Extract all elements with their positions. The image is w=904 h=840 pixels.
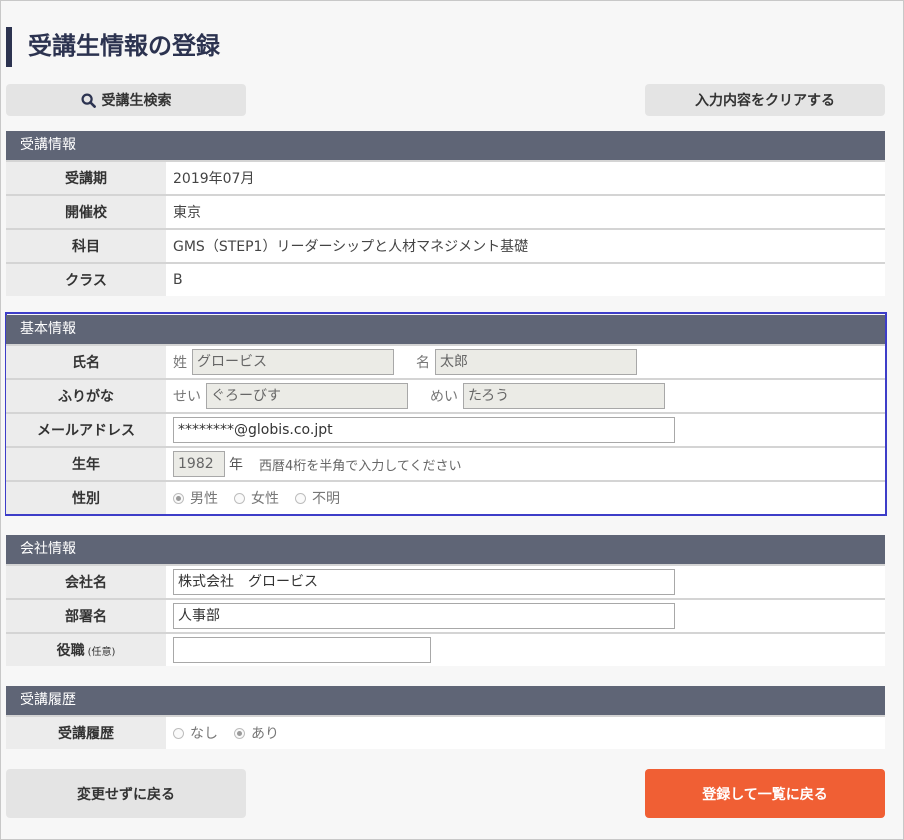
radio-empty-icon [295, 492, 306, 504]
search-icon [80, 92, 96, 108]
company-name-row: 会社名 株式会社 グロービス [6, 564, 885, 598]
department-field[interactable]: 人事部 [173, 603, 675, 629]
course-info-section: 受講情報 受講期 2019年07月 開催校 東京 科目 GMS（STEP1）リー… [6, 131, 885, 296]
basic-info-section: 基本情報 氏名 姓 グロービス 名 太郎 ふりがな せい ぐろーびす めい たろ… [6, 315, 885, 514]
course-school-value: 東京 [173, 205, 201, 221]
first-kana-field[interactable]: たろう [463, 383, 665, 409]
company-name-label: 会社名 [6, 566, 166, 598]
history-row: 受講履歴 なし あり [6, 715, 885, 749]
name-row: 氏名 姓 グロービス 名 太郎 [6, 344, 885, 378]
job-title-row: 役職 (任意) [6, 632, 885, 666]
course-term-label: 受講期 [6, 162, 166, 194]
birth-year-label: 生年 [6, 448, 166, 480]
history-heading: 受講履歴 [6, 686, 885, 715]
gender-label: 性別 [6, 482, 166, 514]
radio-empty-icon [234, 492, 245, 504]
history-label: 受講履歴 [6, 717, 166, 749]
job-title-label: 役職 (任意) [6, 634, 166, 666]
company-name-field[interactable]: 株式会社 グロービス [173, 569, 675, 595]
radio-selected-icon [173, 492, 184, 504]
email-row: メールアドレス ********@globis.co.jpt [6, 412, 885, 446]
course-term-value: 2019年07月 [173, 171, 255, 187]
department-row: 部署名 人事部 [6, 598, 885, 632]
radio-empty-icon [173, 727, 184, 739]
course-class-label: クラス [6, 264, 166, 296]
course-term-row: 受講期 2019年07月 [6, 160, 885, 194]
course-subject-label: 科目 [6, 230, 166, 262]
birth-year-note: 西暦4桁を半角で入力してください [259, 458, 462, 474]
email-label: メールアドレス [6, 414, 166, 446]
company-info-heading: 会社情報 [6, 535, 885, 564]
first-name-prefix: 名 [416, 355, 430, 371]
first-name-field[interactable]: 太郎 [435, 349, 637, 375]
birth-year-row: 生年 1982 年 西暦4桁を半角で入力してください [6, 446, 885, 480]
basic-info-heading: 基本情報 [6, 315, 885, 344]
course-subject-row: 科目 GMS（STEP1）リーダーシップと人材マネジメント基礎 [6, 228, 885, 262]
course-info-heading: 受講情報 [6, 131, 885, 160]
page-title: 受講生情報の登録 [6, 27, 220, 67]
last-kana-field[interactable]: ぐろーびす [206, 383, 408, 409]
last-name-field[interactable]: グロービス [192, 349, 394, 375]
gender-radio-female[interactable]: 女性 [234, 488, 279, 508]
job-title-field[interactable] [173, 637, 431, 663]
student-search-button[interactable]: 受講生検索 [6, 84, 246, 116]
radio-selected-icon [234, 727, 245, 739]
gender-radio-unknown[interactable]: 不明 [295, 488, 340, 508]
kana-row: ふりがな せい ぐろーびす めい たろう [6, 378, 885, 412]
history-section: 受講履歴 受講履歴 なし あり [6, 686, 885, 749]
company-info-section: 会社情報 会社名 株式会社 グロービス 部署名 人事部 役職 (任意) [6, 535, 885, 666]
course-school-label: 開催校 [6, 196, 166, 228]
history-radio-yes[interactable]: あり [234, 723, 279, 743]
history-radio-none[interactable]: なし [173, 723, 218, 743]
course-subject-value: GMS（STEP1）リーダーシップと人材マネジメント基礎 [173, 239, 529, 255]
last-kana-prefix: せい [173, 389, 201, 405]
clear-input-button[interactable]: 入力内容をクリアする [645, 84, 885, 116]
gender-row: 性別 男性 女性 不明 [6, 480, 885, 514]
last-name-prefix: 姓 [173, 355, 187, 371]
email-field[interactable]: ********@globis.co.jpt [173, 417, 675, 443]
birth-year-field[interactable]: 1982 [173, 451, 225, 477]
course-class-value: B [173, 272, 183, 288]
register-and-return-button[interactable]: 登録して一覧に戻る [645, 769, 885, 818]
first-kana-prefix: めい [430, 389, 458, 405]
department-label: 部署名 [6, 600, 166, 632]
gender-radio-male[interactable]: 男性 [173, 488, 218, 508]
back-without-change-button[interactable]: 変更せずに戻る [6, 769, 246, 818]
name-label: 氏名 [6, 346, 166, 378]
optional-note: (任意) [87, 646, 116, 658]
course-class-row: クラス B [6, 262, 885, 296]
kana-label: ふりがな [6, 380, 166, 412]
course-school-row: 開催校 東京 [6, 194, 885, 228]
student-search-label: 受講生検索 [101, 93, 172, 109]
birth-year-unit: 年 [229, 457, 243, 473]
